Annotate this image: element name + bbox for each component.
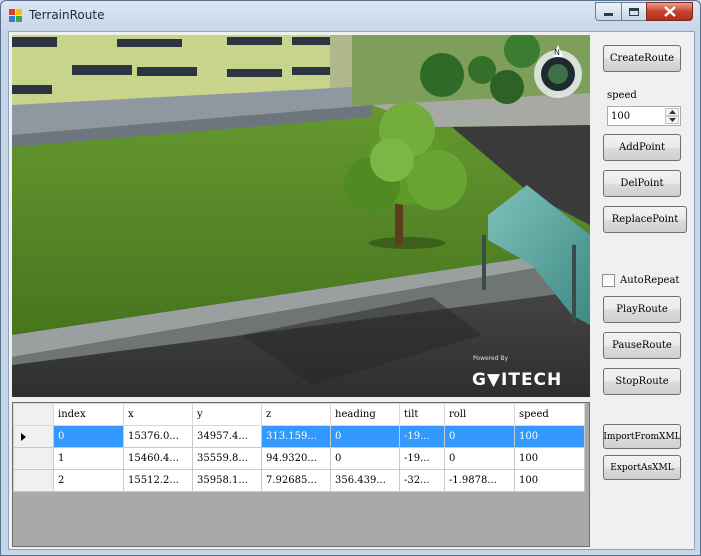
cell-heading[interactable]: 0: [330, 447, 400, 470]
client-area: N Powered By G▼ITECH CreateRoute speed A…: [8, 31, 695, 550]
column-header-z[interactable]: z: [261, 403, 331, 426]
add-point-button[interactable]: AddPoint: [603, 134, 681, 161]
play-route-button[interactable]: PlayRoute: [603, 296, 681, 323]
column-header-x[interactable]: x: [123, 403, 193, 426]
cell-heading[interactable]: 356.439...: [330, 469, 400, 492]
watermark-powered-by: Powered By: [473, 355, 509, 362]
column-header-roll[interactable]: roll: [444, 403, 515, 426]
route-points-grid[interactable]: index x y z heading tilt roll speed 0 15…: [12, 402, 590, 547]
speed-down-arrow[interactable]: [665, 116, 679, 124]
export-xml-button[interactable]: ExportAsXML: [603, 455, 681, 480]
cell-tilt[interactable]: -19...: [399, 425, 445, 448]
column-header-speed[interactable]: speed: [514, 403, 585, 426]
cell-index[interactable]: 0: [53, 425, 124, 448]
speed-up-arrow[interactable]: [665, 108, 679, 116]
close-icon: [663, 6, 676, 17]
cell-z[interactable]: 313.159...: [261, 425, 331, 448]
column-header-heading[interactable]: heading: [330, 403, 400, 426]
maximize-icon: [629, 7, 639, 16]
cell-x[interactable]: 15512.2...: [123, 469, 193, 492]
checkbox-box[interactable]: [602, 274, 615, 287]
cell-y[interactable]: 34957.4...: [192, 425, 262, 448]
cell-speed[interactable]: 100: [514, 469, 585, 492]
terrain-3d-view[interactable]: N Powered By G▼ITECH: [12, 35, 590, 397]
cell-index[interactable]: 2: [53, 469, 124, 492]
current-row-arrow-icon: [21, 432, 26, 441]
stop-route-button[interactable]: StopRoute: [603, 368, 681, 395]
speed-input[interactable]: [611, 109, 665, 123]
column-header-y[interactable]: y: [192, 403, 262, 426]
main-window: TerrainRoute N Powered By G▼ITECH Create…: [0, 0, 701, 556]
minimize-icon: [604, 13, 613, 16]
cell-tilt[interactable]: -19...: [399, 447, 445, 470]
cell-heading[interactable]: 0: [330, 425, 400, 448]
cell-roll[interactable]: 0: [444, 425, 515, 448]
app-icon: [9, 9, 23, 23]
create-route-button[interactable]: CreateRoute: [603, 45, 681, 72]
cell-index[interactable]: 1: [53, 447, 124, 470]
watermark-logo: G▼ITECH: [472, 370, 563, 390]
window-title: TerrainRoute: [29, 8, 105, 22]
close-button[interactable]: [646, 2, 693, 21]
table-row[interactable]: 2 15512.2... 35958.1... 7.92685... 356.4…: [13, 469, 585, 492]
table-row[interactable]: 0 15376.0... 34957.4... 313.159... 0 -19…: [13, 425, 585, 448]
cell-y[interactable]: 35958.1...: [192, 469, 262, 492]
minimize-button[interactable]: [595, 2, 622, 21]
row-header-current[interactable]: [13, 425, 54, 448]
maximize-button[interactable]: [621, 2, 647, 21]
row-header[interactable]: [13, 469, 54, 492]
del-point-button[interactable]: DelPoint: [603, 170, 681, 197]
cell-tilt[interactable]: -32...: [399, 469, 445, 492]
cell-x[interactable]: 15376.0...: [123, 425, 193, 448]
replace-point-button[interactable]: ReplacePoint: [603, 206, 687, 233]
auto-repeat-checkbox[interactable]: AutoRepeat: [602, 274, 679, 287]
cell-x[interactable]: 15460.4...: [123, 447, 193, 470]
speed-stepper[interactable]: [607, 106, 681, 126]
speed-label: speed: [607, 90, 637, 101]
grid-header-row: index x y z heading tilt roll speed: [13, 403, 585, 426]
cell-roll[interactable]: -1.9878...: [444, 469, 515, 492]
chevron-down-icon: [668, 118, 676, 122]
cell-roll[interactable]: 0: [444, 447, 515, 470]
cell-y[interactable]: 35559.8...: [192, 447, 262, 470]
svg-text:N: N: [554, 48, 560, 57]
import-xml-button[interactable]: ImportFromXML: [603, 424, 681, 449]
cell-speed[interactable]: 100: [514, 425, 585, 448]
cell-z[interactable]: 94.9320...: [261, 447, 331, 470]
row-header[interactable]: [13, 447, 54, 470]
terrain-scene-render: N: [12, 35, 590, 397]
chevron-up-icon: [668, 110, 676, 114]
row-header-corner: [13, 403, 54, 426]
title-bar[interactable]: TerrainRoute: [1, 1, 700, 31]
auto-repeat-label: AutoRepeat: [620, 275, 680, 286]
column-header-tilt[interactable]: tilt: [399, 403, 445, 426]
column-header-index[interactable]: index: [53, 403, 124, 426]
pause-route-button[interactable]: PauseRoute: [603, 332, 681, 359]
cell-speed[interactable]: 100: [514, 447, 585, 470]
table-row[interactable]: 1 15460.4... 35559.8... 94.9320... 0 -19…: [13, 447, 585, 470]
cell-z[interactable]: 7.92685...: [261, 469, 331, 492]
